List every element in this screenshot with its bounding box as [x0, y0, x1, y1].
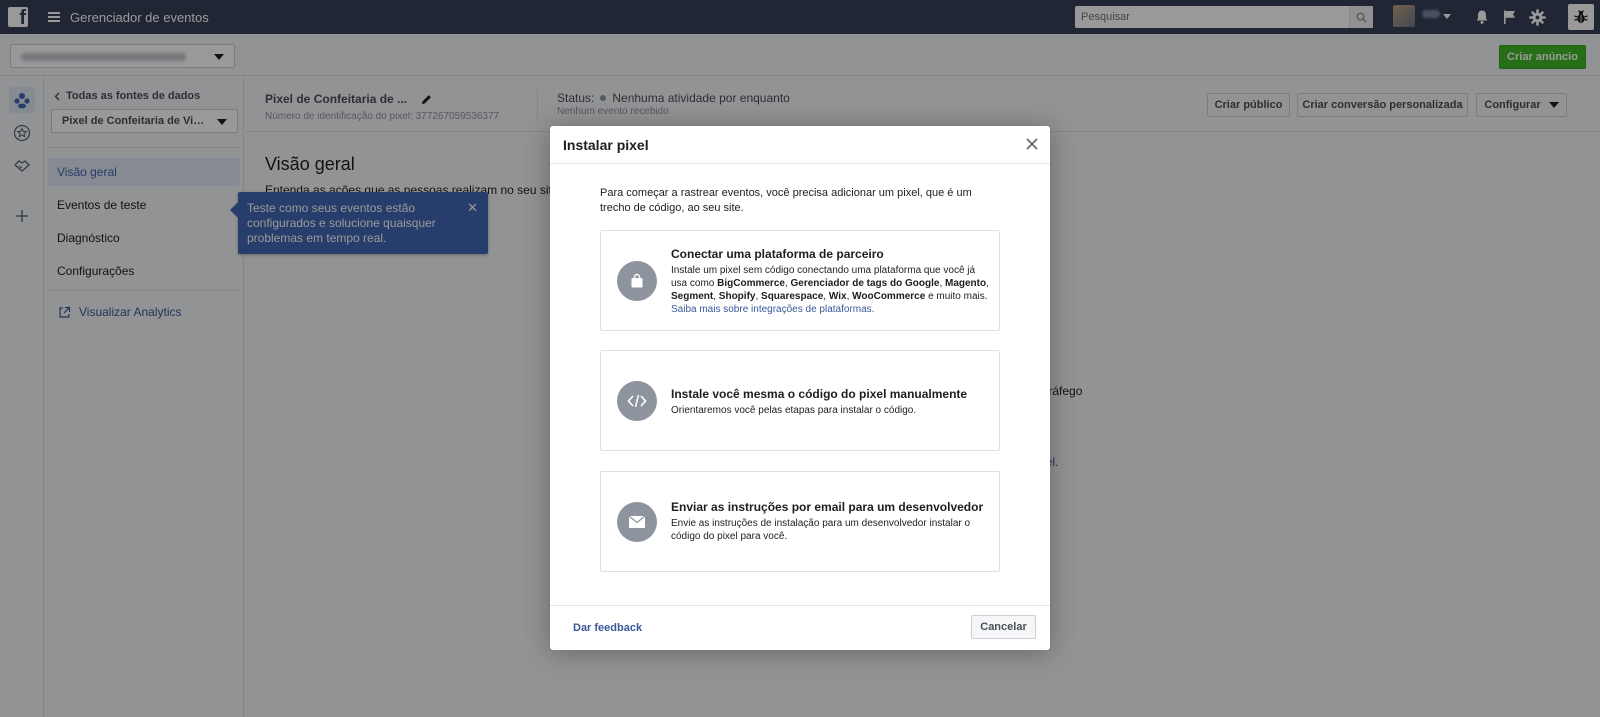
- dialog-title: Instalar pixel: [563, 137, 649, 153]
- dialog-header: Instalar pixel: [550, 126, 1050, 164]
- option-partner-platform[interactable]: Conectar uma plataforma de parceiro Inst…: [600, 230, 1000, 331]
- dialog-footer: Dar feedback Cancelar: [550, 605, 1050, 650]
- platform-name: Magento: [945, 278, 987, 289]
- close-icon[interactable]: [1024, 136, 1040, 152]
- cancel-button[interactable]: Cancelar: [971, 615, 1036, 639]
- option-manual-install[interactable]: Instale você mesma o código do pixel man…: [600, 350, 1000, 451]
- platform-name: WooCommerce: [852, 291, 926, 302]
- give-feedback-link[interactable]: Dar feedback: [573, 622, 642, 634]
- platform-name: Squarespace: [761, 291, 824, 302]
- install-pixel-dialog: Instalar pixel Para começar a rastrear e…: [550, 126, 1050, 650]
- learn-more-link[interactable]: Saiba mais sobre integrações de platafor…: [671, 304, 874, 315]
- option-desc-text: e muito mais.: [925, 291, 988, 302]
- option-title: Enviar as instruções por email para um d…: [671, 500, 984, 514]
- platform-name: Shopify: [718, 291, 756, 302]
- option-title: Instale você mesma o código do pixel man…: [671, 387, 968, 401]
- platform-name: Segment: [671, 291, 714, 302]
- option-description: Envie as instruções de instalação para u…: [671, 518, 971, 542]
- platform-name: Gerenciador de tags do Google: [790, 278, 940, 289]
- code-icon: [617, 381, 657, 421]
- envelope-icon: [617, 502, 657, 542]
- option-description: Orientaremos você pelas etapas para inst…: [671, 405, 917, 416]
- shopping-bag-icon: [617, 261, 657, 301]
- option-email-developer[interactable]: Enviar as instruções por email para um d…: [600, 471, 1000, 572]
- option-title: Conectar uma plataforma de parceiro: [671, 247, 884, 261]
- platform-name: Wix: [828, 291, 847, 302]
- platform-name: BigCommerce: [717, 278, 785, 289]
- option-description: Instale um pixel sem código conectando u…: [671, 265, 989, 315]
- dialog-intro: Para começar a rastrear eventos, você pr…: [600, 187, 972, 214]
